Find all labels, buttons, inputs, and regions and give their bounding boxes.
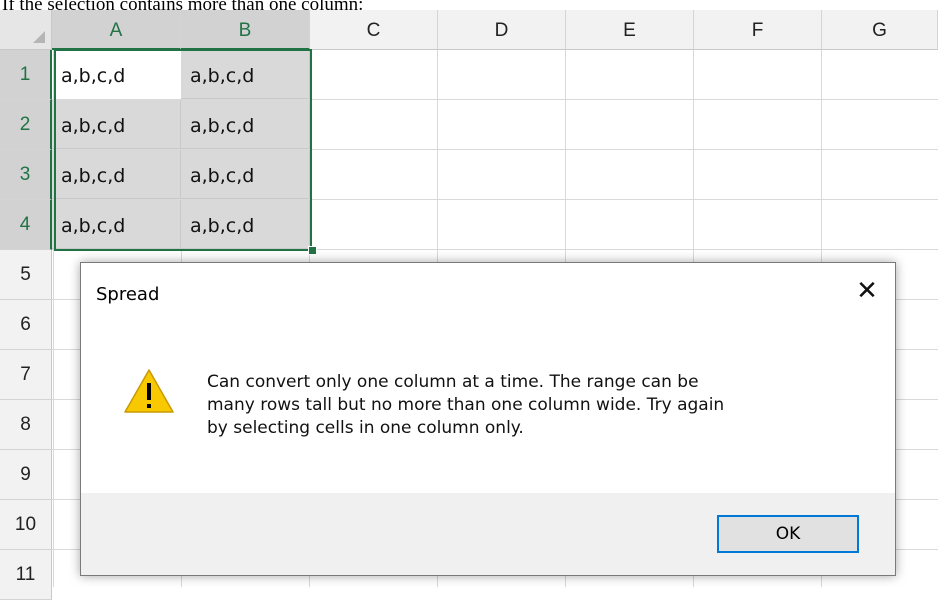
spread-dialog: Spread ✕ Can convert only one column at …: [80, 262, 896, 576]
dialog-footer: OK: [81, 493, 895, 575]
dialog-message: Can convert only one column at a time. T…: [207, 371, 847, 440]
row-header-3[interactable]: 3: [0, 150, 52, 200]
row-header-9[interactable]: 9: [0, 450, 52, 500]
column-header-f[interactable]: F: [694, 10, 822, 50]
message-line-1: Can convert only one column at a time. T…: [207, 372, 699, 392]
dialog-title: Spread: [96, 284, 160, 305]
row-header-2[interactable]: 2: [0, 100, 52, 150]
column-header-d[interactable]: D: [438, 10, 566, 50]
select-all-corner[interactable]: [0, 10, 52, 50]
column-header-a[interactable]: A: [52, 10, 181, 50]
close-icon[interactable]: ✕: [853, 277, 881, 305]
row-header-11[interactable]: 11: [0, 550, 52, 600]
row-header-10[interactable]: 10: [0, 500, 52, 550]
message-line-3: by selecting cells in one column only.: [207, 418, 524, 438]
column-header-b[interactable]: B: [181, 10, 310, 50]
column-header-c[interactable]: C: [310, 10, 438, 50]
message-line-2: many rows tall but no more than one colu…: [207, 395, 725, 415]
column-header-g[interactable]: G: [822, 10, 938, 50]
row-header-4[interactable]: 4: [0, 200, 52, 250]
fill-handle[interactable]: [308, 246, 317, 255]
ok-button[interactable]: OK: [717, 515, 859, 553]
warning-icon: [124, 369, 174, 413]
row-header-1[interactable]: 1: [0, 50, 52, 100]
row-header-7[interactable]: 7: [0, 350, 52, 400]
column-header-e[interactable]: E: [566, 10, 694, 50]
selection-border: [54, 49, 312, 251]
row-header-5[interactable]: 5: [0, 250, 52, 300]
row-header-8[interactable]: 8: [0, 400, 52, 450]
row-header-6[interactable]: 6: [0, 300, 52, 350]
